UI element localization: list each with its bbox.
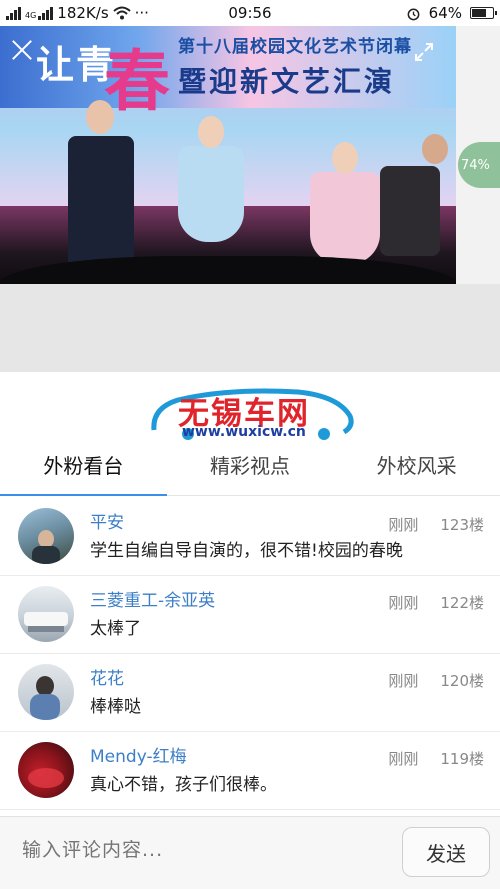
banner-text-big: 春: [104, 43, 170, 120]
battery-icon: [470, 7, 497, 19]
comment-meta: 刚刚 119楼: [388, 748, 484, 769]
comment-time: 刚刚: [388, 516, 419, 534]
comment-floor: 119楼: [440, 750, 484, 768]
avatar[interactable]: [18, 664, 74, 720]
tab-wai-xiao-feng-cai[interactable]: 外校风采: [333, 438, 500, 495]
username[interactable]: 花花: [90, 664, 124, 689]
username[interactable]: Mendy-红梅: [90, 742, 187, 767]
username[interactable]: 三菱重工-余亚英: [90, 586, 215, 611]
performer-host: [68, 136, 134, 276]
comment-item[interactable]: Mendy-红梅 刚刚 119楼 真心不错，孩子们很棒。: [0, 732, 500, 810]
send-button[interactable]: 发送: [402, 827, 490, 877]
comment-text: 太棒了: [90, 619, 141, 639]
avatar[interactable]: [18, 586, 74, 642]
comment-input[interactable]: [22, 839, 382, 861]
comment-text: 学生自编自导自演的，很不错!校园的春晚: [90, 541, 403, 561]
status-bar: 4G 182K/s ··· 09:56 64%: [0, 0, 500, 26]
comment-item[interactable]: 花花 刚刚 120楼 棒棒哒: [0, 654, 500, 732]
avatar[interactable]: [18, 742, 74, 798]
musician-keyboard: [380, 166, 440, 256]
banner-line-2: 暨迎新文艺汇演: [178, 65, 396, 98]
comment-list: 平安 刚刚 123楼 学生自编自导自演的，很不错!校园的春晚 三菱重工-余亚英 …: [0, 498, 500, 810]
comment-item[interactable]: 平安 刚刚 123楼 学生自编自导自演的，很不错!校园的春晚: [0, 498, 500, 576]
performer-girl-blue-head: [198, 116, 224, 148]
comment-floor: 123楼: [440, 516, 484, 534]
site-logo: 无锡车网 www.wuxicw.cn: [148, 386, 358, 442]
performer-girl-blue: [178, 146, 244, 242]
expand-icon[interactable]: [414, 42, 434, 62]
close-icon[interactable]: [10, 38, 34, 62]
comment-meta: 刚刚 123楼: [388, 514, 484, 535]
tab-jing-cai-shi-dian[interactable]: 精彩视点: [167, 438, 334, 495]
tab-bar: 外粉看台 精彩视点 外校风采: [0, 438, 500, 496]
stage-banner: 让青 春 第十八届校园文化艺术节闭幕 暨迎新文艺汇演: [0, 26, 456, 120]
comment-text: 棒棒哒: [90, 697, 141, 717]
avatar[interactable]: [18, 508, 74, 564]
comment-floor: 122楼: [440, 594, 484, 612]
video-player[interactable]: 让青 春 第十八届校园文化艺术节闭幕 暨迎新文艺汇演: [0, 26, 456, 284]
comment-item[interactable]: 三菱重工-余亚英 刚刚 122楼 太棒了: [0, 576, 500, 654]
tab-wai-fen-kan-tai[interactable]: 外粉看台: [0, 438, 167, 496]
comment-floor: 120楼: [440, 672, 484, 690]
comment-time: 刚刚: [388, 750, 419, 768]
floating-progress-badge[interactable]: 74%: [458, 142, 500, 188]
performer-girl-pink: [310, 172, 380, 264]
comment-panel: 无锡车网 www.wuxicw.cn 外粉看台 精彩视点 外校风采 平安 刚刚 …: [0, 372, 500, 889]
comment-text: 真心不错，孩子们很棒。: [90, 775, 277, 795]
performer-host-head: [86, 100, 114, 134]
comment-meta: 刚刚 122楼: [388, 592, 484, 613]
comment-input-bar: 发送: [0, 816, 500, 889]
battery-percent: 64%: [428, 4, 462, 22]
username[interactable]: 平安: [90, 508, 124, 533]
comment-time: 刚刚: [388, 594, 419, 612]
musician-head: [422, 134, 448, 164]
comment-meta: 刚刚 120楼: [388, 670, 484, 691]
alarm-icon: [407, 8, 420, 20]
video-spacer: [0, 284, 500, 372]
comment-time: 刚刚: [388, 672, 419, 690]
performer-girl-pink-head: [332, 142, 358, 174]
banner-line-1: 第十八届校园文化艺术节闭幕: [178, 37, 412, 57]
